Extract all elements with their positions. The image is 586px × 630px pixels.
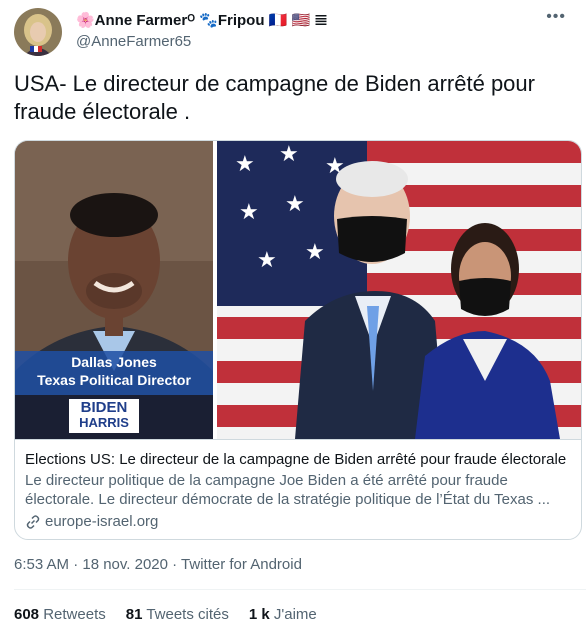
engagement-stats: 608 Retweets 81 Tweets cités 1 k J'aime (14, 606, 337, 623)
card-title[interactable]: Elections US: Le directeur de la campagn… (25, 450, 572, 469)
biden-harris-logo: BIDEN HARRIS (69, 400, 139, 430)
card-photo: ★ ★ ★ ★ ★ ★ ★ (15, 141, 581, 439)
tweet-timestamp[interactable]: 6:53 AM · 18 nov. 2020 · Twitter for And… (14, 556, 302, 573)
image-caption-name: Dallas Jones (71, 354, 157, 370)
tweet: 🌸Anne Farmerᴼ 🐾Fripou 🇫🇷 🇺🇸 𝌆 @AnneFarme… (0, 0, 586, 630)
logo-line-1: BIDEN (80, 399, 128, 416)
likes-stat[interactable]: 1 k J'aime (249, 606, 317, 623)
avatar[interactable] (14, 8, 62, 56)
avatar-image (14, 8, 62, 56)
link-card[interactable]: ★ ★ ★ ★ ★ ★ ★ Dallas Jones Texas Politic… (14, 140, 582, 540)
retweets-stat[interactable]: 608 Retweets (14, 606, 106, 623)
more-options-icon[interactable]: ••• (546, 8, 566, 26)
link-icon (26, 514, 40, 529)
svg-text:★: ★ (285, 191, 305, 216)
card-domain-text: europe-israel.org (45, 513, 159, 530)
svg-text:★: ★ (235, 151, 255, 176)
quotes-stat[interactable]: 81 Tweets cités (126, 606, 229, 623)
card-image[interactable]: ★ ★ ★ ★ ★ ★ ★ Dallas Jones Texas Politic… (15, 141, 581, 439)
image-caption: Dallas Jones Texas Political Director (15, 353, 213, 389)
quotes-count: 81 (125, 606, 143, 623)
svg-text:★: ★ (239, 199, 259, 224)
svg-text:★: ★ (305, 239, 325, 264)
user-handle[interactable]: @AnneFarmer65 (76, 33, 191, 50)
tweet-text: USA- Le directeur de campagne de Biden a… (14, 71, 535, 124)
svg-text:★: ★ (257, 247, 277, 272)
image-caption-role: Texas Political Director (37, 372, 191, 388)
divider (14, 589, 586, 590)
card-description: Le directeur politique de la campagne Jo… (25, 472, 551, 508)
quotes-label: Tweets cités (146, 606, 229, 623)
retweets-count: 608 (14, 606, 40, 623)
card-domain[interactable]: europe-israel.org (25, 513, 572, 530)
likes-count: 1 k (248, 606, 270, 623)
svg-text:★: ★ (279, 141, 299, 166)
display-name[interactable]: 🌸Anne Farmerᴼ 🐾Fripou 🇫🇷 🇺🇸 𝌆 (76, 11, 328, 29)
logo-line-2: HARRIS (79, 415, 129, 430)
retweets-label: Retweets (43, 606, 106, 623)
card-meta[interactable]: Elections US: Le directeur de la campagn… (15, 439, 581, 539)
likes-label: J'aime (273, 606, 317, 623)
name-row[interactable]: 🌸Anne Farmerᴼ 🐾Fripou 🇫🇷 🇺🇸 𝌆 (76, 11, 328, 29)
